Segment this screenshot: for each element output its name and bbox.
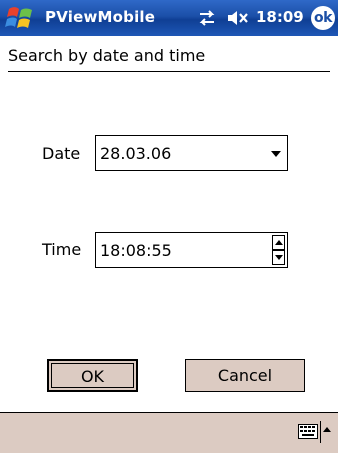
date-label: Date: [42, 144, 81, 163]
time-decrement-button[interactable]: [272, 250, 285, 265]
date-value: 28.03.06: [100, 144, 172, 163]
title-divider: [8, 71, 330, 72]
windows-start-icon[interactable]: [3, 3, 37, 33]
time-label: Time: [42, 240, 82, 259]
input-separator: [320, 421, 321, 443]
arrow-down-icon: [275, 255, 283, 260]
time-field[interactable]: 18:08:55: [95, 232, 288, 268]
time-value[interactable]: 18:08:55: [100, 241, 172, 260]
input-menu-arrow-icon[interactable]: [323, 427, 331, 432]
cancel-button[interactable]: Cancel: [185, 359, 305, 392]
app-title: PViewMobile: [45, 8, 156, 26]
ok-button[interactable]: OK: [47, 359, 138, 392]
date-select[interactable]: 28.03.06: [95, 135, 288, 171]
volume-muted-icon[interactable]: [226, 9, 250, 27]
time-increment-button[interactable]: [272, 235, 285, 250]
clock[interactable]: 18:09: [256, 8, 304, 26]
title-bar: PViewMobile 18:09 ok: [0, 0, 338, 36]
connectivity-icon[interactable]: [196, 9, 218, 27]
arrow-up-icon: [275, 240, 283, 245]
chevron-down-icon[interactable]: [271, 151, 281, 157]
keyboard-icon[interactable]: [298, 424, 318, 439]
page-title: Search by date and time: [8, 46, 206, 65]
bottom-menu-bar: [0, 412, 338, 453]
ok-close-button[interactable]: ok: [311, 6, 335, 30]
